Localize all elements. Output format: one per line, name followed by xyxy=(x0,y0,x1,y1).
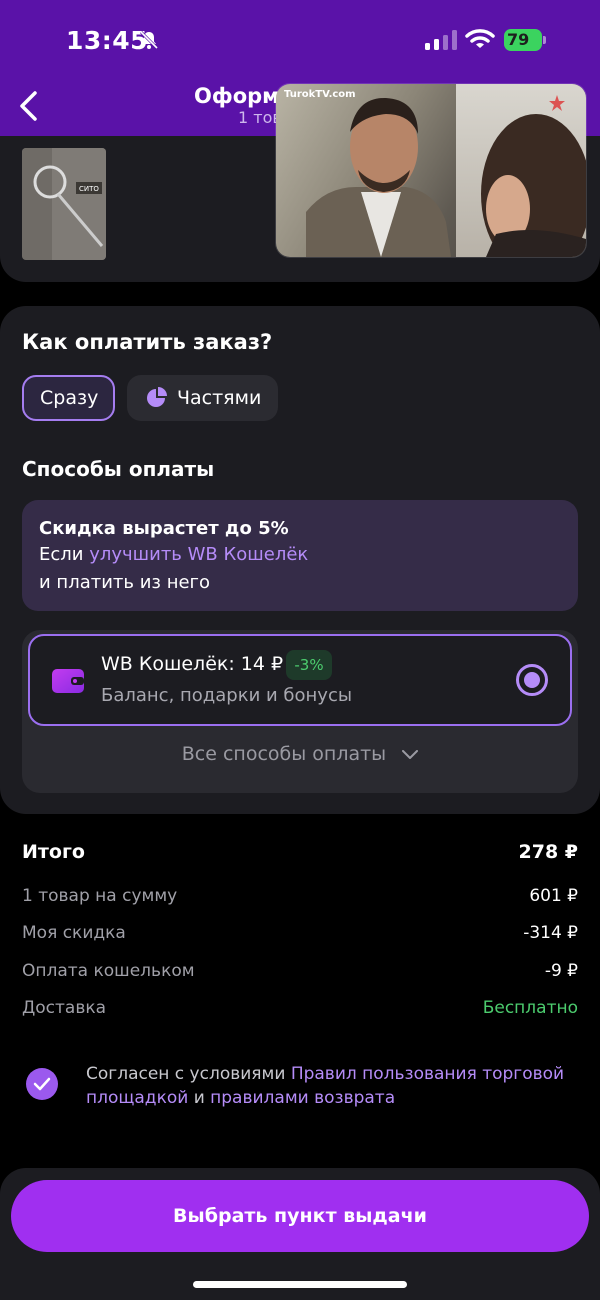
wallet-description: Баланс, подарки и бонусы xyxy=(101,685,353,706)
signal-icon xyxy=(425,30,457,50)
summary-value: 601 ₽ xyxy=(529,886,578,906)
tab-pay-now[interactable]: Сразу xyxy=(22,375,115,421)
tab-pay-now-label: Сразу xyxy=(40,387,99,409)
chevron-down-icon xyxy=(402,749,419,759)
all-payment-methods-toggle[interactable]: Все способы оплаты xyxy=(22,743,578,765)
payment-card: Как оплатить заказ? Сразу Частями Способ… xyxy=(0,306,600,814)
payment-heading: Как оплатить заказ? xyxy=(22,330,273,354)
battery-indicator: 79 xyxy=(504,29,546,51)
summary-label: Оплата кошельком xyxy=(22,961,195,981)
video-channel-logo: TurokTV.com xyxy=(284,89,356,100)
video-person-right xyxy=(481,114,586,257)
back-button[interactable] xyxy=(14,88,44,124)
choose-pickup-point-label: Выбрать пункт выдачи xyxy=(173,1205,427,1227)
upgrade-wallet-link[interactable]: улучшить WB Кошелёк xyxy=(89,544,308,565)
promo-text: Если xyxy=(39,544,90,565)
status-time: 13:45 xyxy=(66,26,149,55)
product-thumb-label: СИТО xyxy=(79,185,99,193)
terms-checkbox[interactable] xyxy=(26,1068,58,1100)
battery-level: 79 xyxy=(507,30,530,49)
wifi-icon xyxy=(465,29,495,48)
tab-pay-in-parts[interactable]: Частями xyxy=(127,375,278,421)
pie-chart-icon xyxy=(147,387,167,407)
delivery-free-value: Бесплатно xyxy=(482,998,578,1018)
tab-pay-in-parts-label: Частями xyxy=(177,387,262,409)
bell-muted-icon xyxy=(139,30,159,50)
wallet-icon xyxy=(52,669,84,693)
home-indicator[interactable] xyxy=(193,1281,407,1288)
total-label: Итого xyxy=(22,841,85,863)
checkmark-icon xyxy=(33,1077,51,1091)
payment-methods-heading: Способы оплаты xyxy=(22,457,215,481)
promo-title: Скидка вырастет до 5% xyxy=(39,518,289,539)
video-star-icon xyxy=(549,95,565,111)
summary-label: Моя скидка xyxy=(22,923,126,943)
wb-wallet-option[interactable]: WB Кошелёк: 14 ₽ -3% Баланс, подарки и б… xyxy=(28,634,572,726)
all-payment-methods-label: Все способы оплаты xyxy=(181,743,387,765)
video-person-left xyxy=(306,97,451,257)
wallet-name: WB Кошелёк: 14 ₽ xyxy=(101,653,284,675)
product-thumbnail[interactable]: СИТО xyxy=(22,148,106,260)
summary-label: 1 товар на сумму xyxy=(22,886,178,906)
return-rules-link[interactable]: правилами возврата xyxy=(210,1088,395,1108)
video-overlay[interactable]: TurokTV.com xyxy=(276,84,586,257)
promo-text-line2: и платить из него xyxy=(39,572,211,593)
terms-text: Согласен с условиями xyxy=(86,1064,291,1084)
terms-text-middle: и xyxy=(188,1088,211,1108)
summary-value: -9 ₽ xyxy=(544,961,578,981)
summary-label: Доставка xyxy=(22,998,107,1018)
wallet-discount-badge: -3% xyxy=(286,650,332,680)
wallet-radio-button[interactable] xyxy=(516,664,548,696)
choose-pickup-point-button[interactable]: Выбрать пункт выдачи xyxy=(11,1180,589,1252)
total-value: 278 ₽ xyxy=(518,841,579,863)
summary-value: -314 ₽ xyxy=(523,923,578,943)
wallet-promo-banner: Скидка вырастет до 5% Если улучшить WB К… xyxy=(22,500,578,611)
payment-methods-box: WB Кошелёк: 14 ₽ -3% Баланс, подарки и б… xyxy=(22,630,578,793)
